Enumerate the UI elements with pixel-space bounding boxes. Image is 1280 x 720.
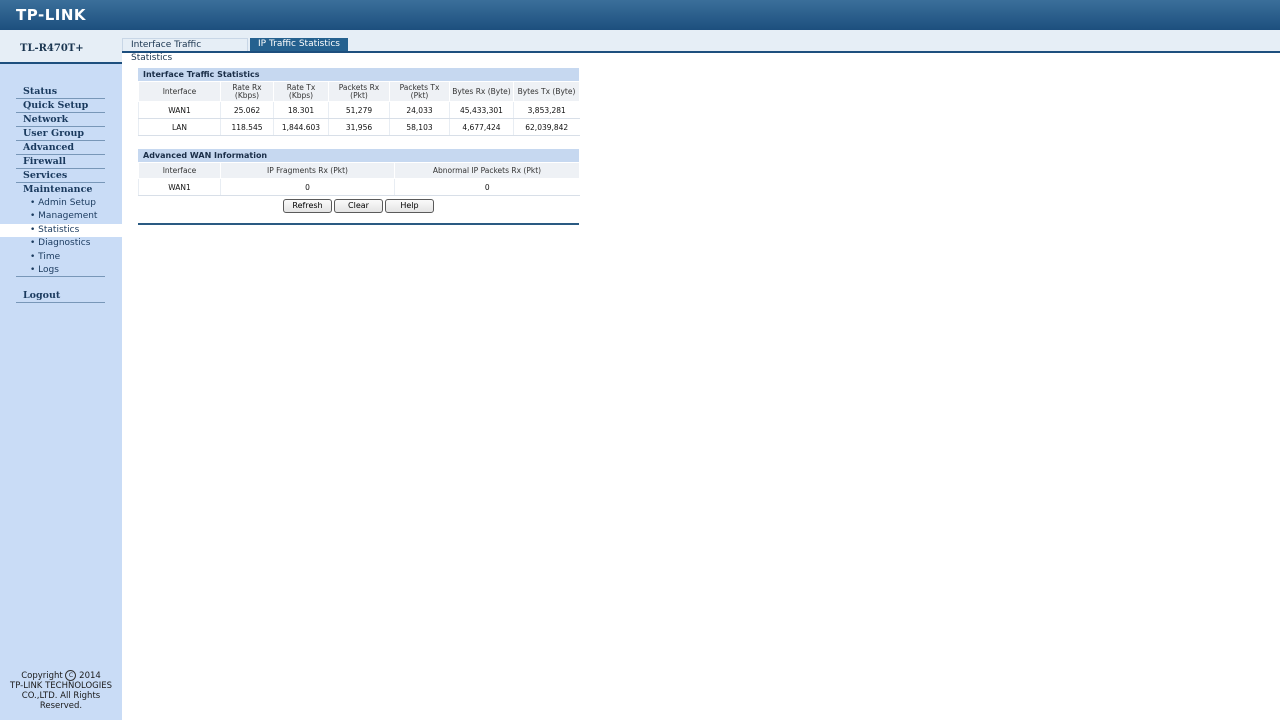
sidebar-subitem-time[interactable]: • Time bbox=[0, 251, 122, 264]
table-cell: 3,853,281 bbox=[513, 101, 580, 119]
sidebar-subitem-label: Time bbox=[38, 251, 61, 262]
table-row: WAN1 0 0 bbox=[138, 178, 580, 196]
device-model: TL-R470T+ bbox=[0, 38, 122, 64]
sidebar-item-maintenance[interactable]: Maintenance bbox=[16, 183, 105, 197]
advanced-wan-table: Interface IP Fragments Rx (Pkt) Abnormal… bbox=[138, 162, 580, 196]
table-cell: 25.062 bbox=[220, 101, 274, 119]
table-header-row: Interface IP Fragments Rx (Pkt) Abnormal… bbox=[138, 162, 580, 179]
column-header: Abnormal IP Packets Rx (Pkt) bbox=[394, 162, 580, 179]
sidebar: TL-R470T+ Status Quick Setup Network Use… bbox=[0, 38, 122, 720]
table-cell: LAN bbox=[138, 118, 221, 136]
tabs-underline bbox=[122, 51, 1280, 53]
column-header: IP Fragments Rx (Pkt) bbox=[220, 162, 395, 179]
table-cell: 1,844.603 bbox=[273, 118, 329, 136]
sidebar-item-status[interactable]: Status bbox=[16, 85, 105, 99]
table-row: WAN1 25.062 18.301 51,279 24,033 45,433,… bbox=[138, 101, 580, 119]
content-divider bbox=[138, 223, 579, 225]
sidebar-subitem-label: Management bbox=[38, 211, 98, 222]
column-header: Rate Tx (Kbps) bbox=[273, 81, 329, 102]
table-cell: 0 bbox=[394, 178, 580, 196]
table-cell: 18.301 bbox=[273, 101, 329, 119]
table-cell: 62,039,842 bbox=[513, 118, 580, 136]
column-header: Rate Rx (Kbps) bbox=[220, 81, 274, 102]
sidebar-subitem-label: Diagnostics bbox=[38, 238, 91, 249]
column-header: Packets Rx (Pkt) bbox=[328, 81, 390, 102]
sidebar-item-network[interactable]: Network bbox=[16, 113, 105, 127]
table-header-row: Interface Rate Rx (Kbps) Rate Tx (Kbps) Pa… bbox=[138, 81, 580, 102]
sidebar-menu: Status Quick Setup Network User Group Ad… bbox=[0, 85, 122, 304]
refresh-button[interactable]: Refresh bbox=[283, 199, 332, 213]
column-header-unit: (Pkt) bbox=[410, 90, 429, 100]
sidebar-subitem-admin-setup[interactable]: • Admin Setup bbox=[0, 197, 122, 210]
header-bar: TP-LINK bbox=[0, 0, 1280, 30]
sidebar-item-firewall[interactable]: Firewall bbox=[16, 155, 105, 169]
sidebar-subitem-diagnostics[interactable]: • Diagnostics bbox=[0, 237, 122, 250]
copyright-label: Copyright bbox=[21, 671, 63, 681]
sidebar-item-advanced[interactable]: Advanced bbox=[16, 141, 105, 155]
advanced-wan-panel: Advanced WAN Information Interface IP Fr… bbox=[138, 149, 580, 196]
column-header: Bytes Tx (Byte) bbox=[513, 81, 580, 102]
table-row: LAN 118.545 1,844.603 31,956 58,103 4,67… bbox=[138, 118, 580, 136]
sidebar-item-quick-setup[interactable]: Quick Setup bbox=[16, 99, 105, 113]
table-cell: WAN1 bbox=[138, 101, 221, 119]
sidebar-item-logout[interactable]: Logout bbox=[16, 289, 105, 304]
table-cell: 58,103 bbox=[389, 118, 450, 136]
column-header-unit: (Kbps) bbox=[234, 90, 260, 100]
copyright-reserved: Reserved. bbox=[39, 701, 83, 711]
table-cell: 0 bbox=[220, 178, 395, 196]
tp-link-logo: TP-LINK bbox=[16, 6, 87, 24]
copyright-notice: Copyright C 2014 TP-LINK TECHNOLOGIES CO… bbox=[0, 670, 122, 711]
copyright-rights: CO.,LTD. All Rights bbox=[21, 691, 101, 701]
copyright-year: 2014 bbox=[79, 671, 101, 681]
column-header-text: Interface bbox=[162, 86, 197, 96]
panel-title: Interface Traffic Statistics bbox=[138, 68, 579, 81]
panel-title: Advanced WAN Information bbox=[138, 149, 579, 162]
column-header: Packets Tx (Pkt) bbox=[389, 81, 450, 102]
column-header-unit: (Pkt) bbox=[350, 90, 368, 100]
tab-ip-traffic-statistics[interactable]: IP Traffic Statistics bbox=[250, 38, 348, 51]
column-header: Bytes Rx (Byte) bbox=[449, 81, 514, 102]
table-cell: 24,033 bbox=[389, 101, 450, 119]
sidebar-item-services[interactable]: Services bbox=[16, 169, 105, 183]
table-cell: 51,279 bbox=[328, 101, 390, 119]
sidebar-subitem-label: Admin Setup bbox=[38, 198, 96, 208]
column-header-text: Bytes Rx (Byte) bbox=[452, 86, 511, 96]
table-cell: 31,956 bbox=[328, 118, 390, 136]
sidebar-item-user-group[interactable]: User Group bbox=[16, 127, 105, 141]
column-header: Interface bbox=[138, 162, 221, 179]
sidebar-subitem-statistics[interactable]: • Statistics bbox=[0, 223, 122, 238]
sidebar-subitem-logs[interactable]: • Logs bbox=[16, 264, 105, 278]
copyright-icon: C bbox=[65, 670, 77, 681]
help-button[interactable]: Help bbox=[385, 199, 434, 213]
tab-interface-traffic-statistics[interactable]: Interface Traffic Statistics bbox=[122, 38, 248, 63]
clear-button[interactable]: Clear bbox=[334, 199, 383, 213]
table-cell: 118.545 bbox=[220, 118, 274, 136]
sidebar-subitem-label: Logs bbox=[38, 264, 59, 275]
column-header-text: Bytes Tx (Byte) bbox=[517, 86, 576, 96]
column-header: Interface bbox=[138, 81, 221, 102]
sidebar-subitem-management[interactable]: • Management bbox=[0, 210, 122, 223]
sidebar-subitem-label: Statistics bbox=[38, 224, 80, 235]
interface-traffic-panel: Interface Traffic Statistics Interface R… bbox=[138, 68, 580, 136]
table-cell: 45,433,301 bbox=[449, 101, 514, 119]
table-cell: WAN1 bbox=[138, 178, 221, 196]
interface-traffic-table: Interface Rate Rx (Kbps) Rate Tx (Kbps) Pa… bbox=[138, 81, 580, 136]
copyright-company: TP-LINK TECHNOLOGIES bbox=[10, 681, 112, 691]
table-cell: 4,677,424 bbox=[449, 118, 514, 136]
column-header-unit: (Kbps) bbox=[288, 90, 314, 100]
